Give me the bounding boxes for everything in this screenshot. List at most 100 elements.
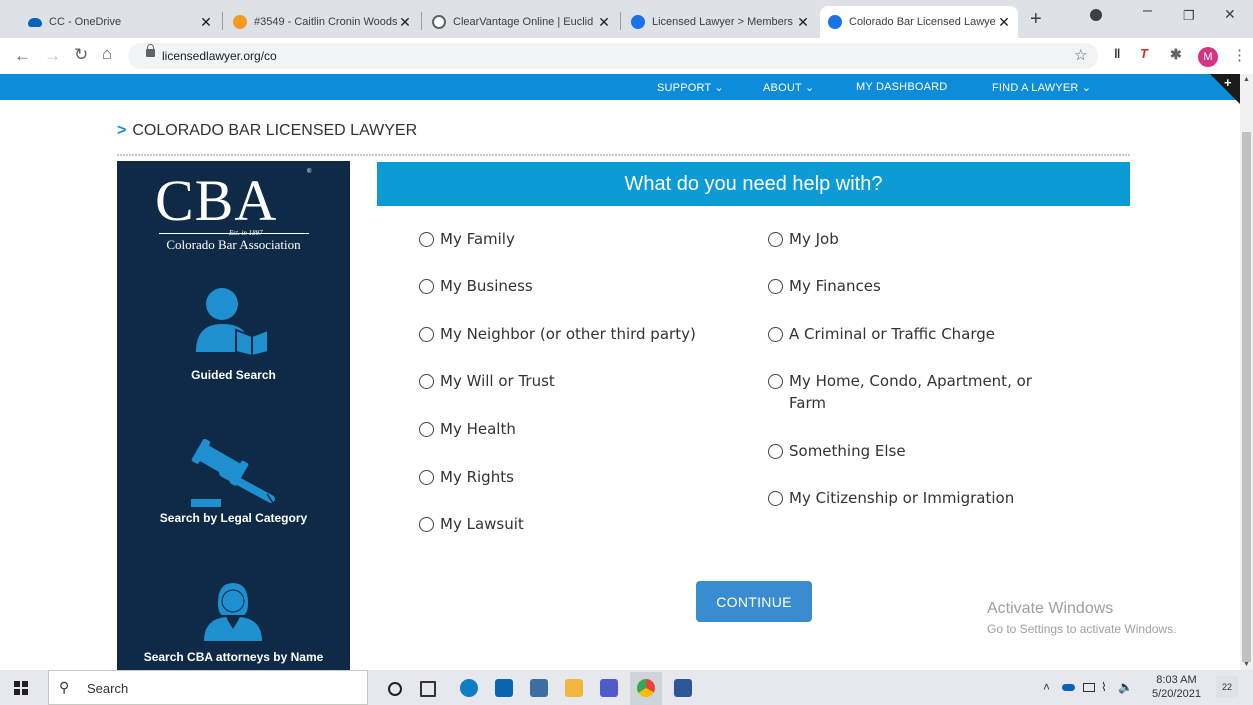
nav-about[interactable]: ABOUT ⌄ [763, 81, 814, 94]
tab-onedrive[interactable]: CC - OneDrive ✕ [20, 6, 220, 38]
sidebar-item-label: Search by Legal Category [159, 511, 308, 525]
option-label: My Finances [789, 277, 881, 295]
tab-clearvantage[interactable]: ClearVantage Online | Euclid T ✕ [424, 6, 618, 38]
option-label: Something Else [789, 442, 906, 460]
tab-title: #3549 - Caitlin Cronin Woods [254, 16, 397, 28]
radio-button[interactable] [419, 470, 434, 485]
notification-badge[interactable]: 22 [1216, 676, 1238, 698]
question-header: What do you need help with? [377, 162, 1130, 206]
cortana-icon[interactable] [388, 682, 402, 696]
radio-button[interactable] [419, 422, 434, 437]
chevron-right-icon: > [117, 122, 127, 139]
extension-bars-icon[interactable]: ‖ [1114, 46, 1120, 61]
option-my-family[interactable]: My Family [419, 230, 515, 250]
radio-button[interactable] [419, 232, 434, 247]
word-icon[interactable] [674, 679, 692, 697]
windows-taskbar: ⚲ Search ˄ ⌇ 🔈 8:03 AM 5/20/2021 22 [0, 670, 1253, 705]
extension-tp-icon[interactable]: T [1140, 46, 1148, 61]
bookmark-star-icon[interactable]: ☆ [1074, 46, 1087, 64]
taskbar-search[interactable]: ⚲ Search [48, 670, 368, 705]
logo-association: Colorado Bar Association [166, 237, 301, 252]
page-scrollbar[interactable]: ▲ ▼ [1240, 74, 1253, 670]
battery-icon[interactable] [1083, 683, 1095, 692]
registered-mark: ® [307, 169, 312, 175]
minimize-icon[interactable]: – [1143, 2, 1152, 20]
option-label: My Job [789, 230, 839, 248]
option-something-else[interactable]: Something Else [768, 442, 906, 462]
close-icon[interactable]: ✕ [596, 14, 612, 31]
option-my-finances[interactable]: My Finances [768, 277, 881, 297]
radio-button[interactable] [419, 517, 434, 532]
system-clock[interactable]: 8:03 AM 5/20/2021 [1152, 673, 1201, 701]
tab-licensed-lawyer-members[interactable]: Licensed Lawyer > Members ✕ [623, 6, 817, 38]
option-my-home[interactable]: My Home, Condo, Apartment, or Farm [768, 372, 1068, 414]
close-icon[interactable]: ✕ [198, 14, 214, 31]
sidebar-item-label: Search CBA attorneys by Name [143, 650, 324, 664]
forward-arrow-icon[interactable]: → [44, 46, 61, 66]
scrollbar-thumb[interactable] [1242, 132, 1251, 662]
radio-button[interactable] [419, 327, 434, 342]
edge-icon[interactable] [460, 679, 478, 697]
radio-button[interactable] [419, 279, 434, 294]
option-my-business[interactable]: My Business [419, 277, 533, 297]
file-explorer-icon[interactable] [565, 679, 583, 697]
extensions-puzzle-icon[interactable]: ✱ [1170, 46, 1182, 63]
plus-icon[interactable]: + [1224, 75, 1232, 90]
nav-my-dashboard[interactable]: MY DASHBOARD [856, 81, 947, 93]
option-my-neighbor[interactable]: My Neighbor (or other third party) [419, 325, 696, 345]
chrome-menu-icon[interactable]: ⋮ [1232, 46, 1247, 64]
tray-chevron-icon[interactable]: ˄ [1043, 680, 1050, 694]
window-close-icon[interactable]: ✕ [1224, 6, 1236, 23]
url-text[interactable]: licensedlawyer.org/co [162, 49, 277, 63]
radio-button[interactable] [768, 444, 783, 459]
browser-menu-icon[interactable] [1090, 9, 1102, 21]
url-bar[interactable]: licensedlawyer.org/co [128, 43, 1098, 69]
option-my-rights[interactable]: My Rights [419, 468, 514, 488]
close-icon[interactable]: ✕ [795, 14, 811, 31]
volume-icon[interactable]: 🔈 [1118, 680, 1133, 694]
option-criminal-or-traffic[interactable]: A Criminal or Traffic Charge [768, 325, 995, 345]
radio-button[interactable] [768, 491, 783, 506]
option-label: My Rights [440, 468, 514, 486]
windows-start-icon[interactable] [14, 681, 28, 695]
tab-colorado-bar[interactable]: Colorado Bar Licensed Lawye ✕ [820, 6, 1018, 38]
radio-button[interactable] [419, 374, 434, 389]
option-label: My Health [440, 420, 516, 438]
radio-button[interactable] [768, 374, 783, 389]
profile-avatar[interactable]: M [1198, 47, 1218, 67]
radio-button[interactable] [768, 232, 783, 247]
home-icon[interactable]: ⌂ [102, 44, 112, 64]
reload-icon[interactable]: ↻ [74, 45, 88, 65]
clock-date: 5/20/2021 [1152, 688, 1201, 700]
option-my-job[interactable]: My Job [768, 230, 839, 250]
option-citizenship[interactable]: My Citizenship or Immigration [768, 489, 1014, 509]
option-my-health[interactable]: My Health [419, 420, 516, 440]
store-icon[interactable] [530, 679, 548, 697]
scroll-up-icon[interactable]: ▲ [1243, 76, 1250, 83]
onedrive-tray-icon[interactable] [1062, 684, 1075, 691]
chrome-icon[interactable] [637, 679, 655, 697]
nav-find-a-lawyer[interactable]: FIND A LAWYER ⌄ [992, 81, 1091, 94]
scroll-down-icon[interactable]: ▼ [1243, 661, 1250, 668]
option-label: My Home, Condo, Apartment, or Farm [789, 372, 1032, 412]
option-my-lawsuit[interactable]: My Lawsuit [419, 515, 524, 535]
tab-separator [222, 12, 223, 30]
option-my-will-or-trust[interactable]: My Will or Trust [419, 372, 555, 392]
wifi-icon[interactable]: ⌇ [1101, 680, 1107, 694]
nav-support[interactable]: SUPPORT ⌄ [657, 81, 724, 94]
radio-button[interactable] [768, 327, 783, 342]
teams-icon[interactable] [600, 679, 618, 697]
restore-icon[interactable]: ❐ [1183, 8, 1195, 24]
new-tab-button[interactable]: + [1030, 8, 1042, 31]
close-icon[interactable]: ✕ [996, 14, 1012, 31]
radio-button[interactable] [768, 279, 783, 294]
tab-clio[interactable]: #3549 - Caitlin Cronin Woods ✕ [225, 6, 419, 38]
back-arrow-icon[interactable]: ← [14, 46, 31, 66]
close-icon[interactable]: ✕ [397, 14, 413, 31]
task-view-icon[interactable] [420, 681, 436, 697]
tab-separator [421, 12, 422, 30]
page-title: COLORADO BAR LICENSED LAWYER [132, 122, 418, 139]
clock-time: 8:03 AM [1156, 674, 1197, 686]
outlook-icon[interactable] [495, 679, 513, 697]
continue-button[interactable]: CONTINUE [696, 581, 812, 622]
